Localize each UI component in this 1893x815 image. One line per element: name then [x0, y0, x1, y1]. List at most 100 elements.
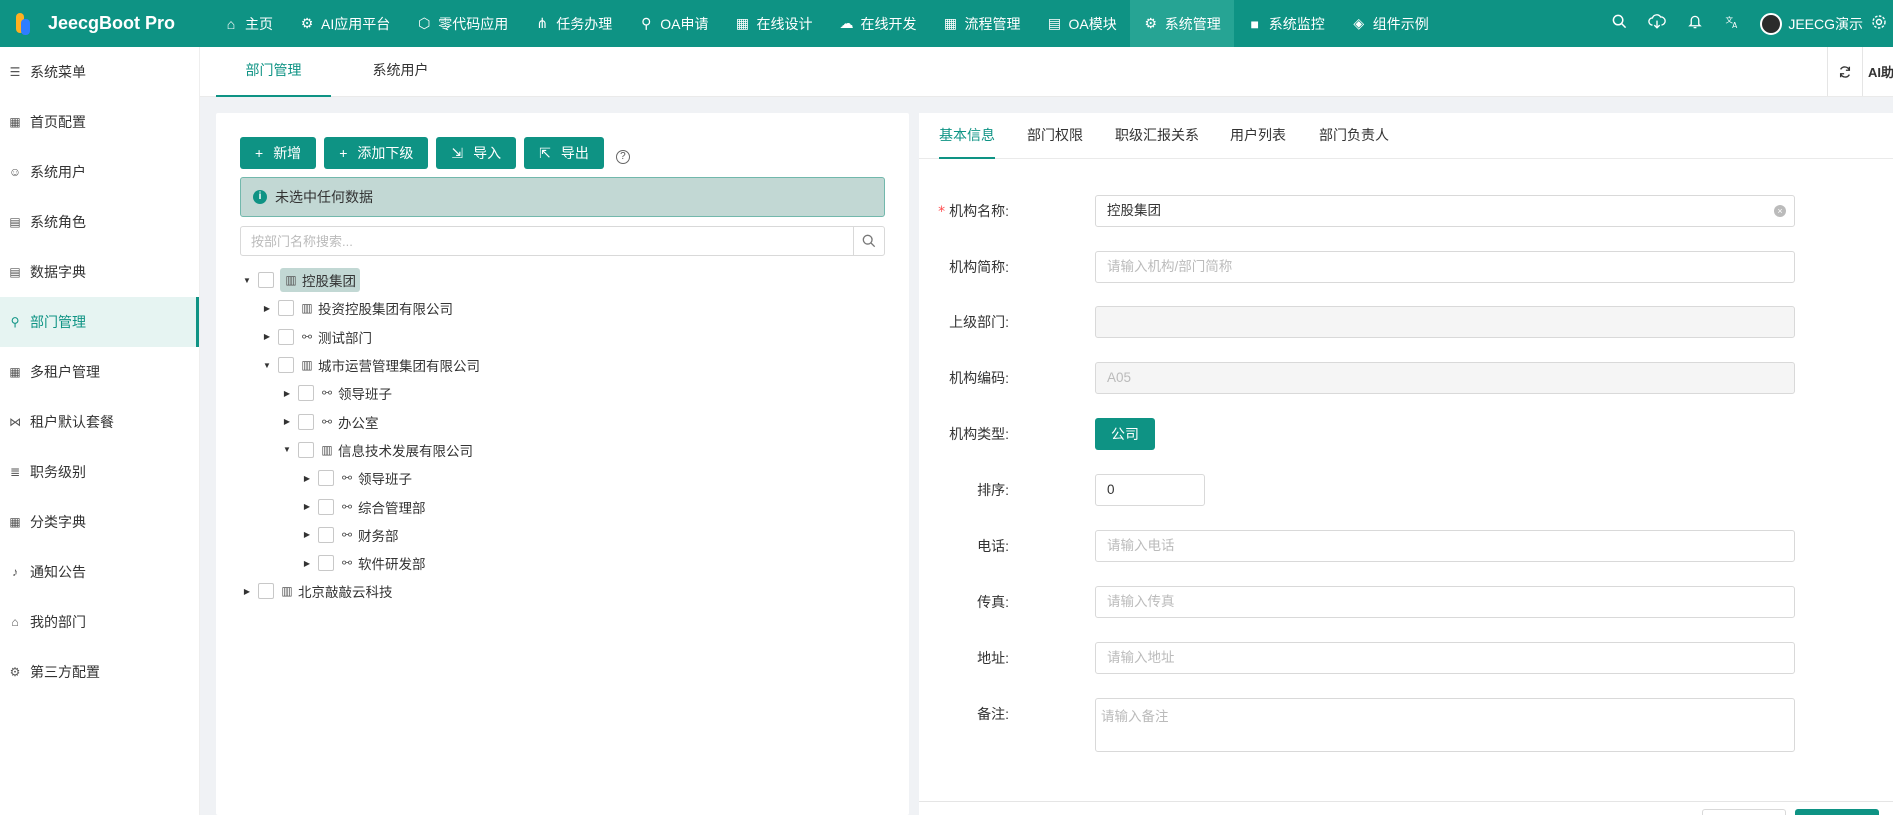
caret-down-icon[interactable]: ▼	[280, 445, 294, 454]
topnav-item-components[interactable]: ◈ 组件示例	[1338, 0, 1442, 47]
add-child-button[interactable]: + 添加下级	[324, 137, 429, 169]
tree-node[interactable]: ▶ ⚯ 综合管理部	[240, 492, 885, 520]
tree-node-checkbox[interactable]	[318, 470, 334, 487]
tree-node-checkbox[interactable]	[258, 583, 274, 600]
caret-right-icon[interactable]: ▶	[280, 389, 294, 398]
tab-basic-info[interactable]: 基本信息	[939, 113, 995, 159]
sidebar-item-home-config[interactable]: ▦ 首页配置	[0, 97, 199, 147]
tree-node-title[interactable]: ▥ 控股集团	[280, 268, 360, 293]
fax-field[interactable]: 请输入传真	[1095, 586, 1795, 618]
remark-textarea[interactable]: 请输入备注	[1095, 698, 1795, 752]
save-button[interactable]	[1795, 809, 1879, 815]
sidebar-item-tenant-package[interactable]: ⋈ 租户默认套餐	[0, 397, 199, 447]
tree-node-title[interactable]: ⚯ 领导班子	[320, 383, 392, 403]
caret-right-icon[interactable]: ▶	[300, 559, 314, 568]
org-type-company-button[interactable]: 公司	[1095, 418, 1155, 450]
sidebar-item-my-department[interactable]: ⌂ 我的部门	[0, 597, 199, 647]
caret-right-icon[interactable]: ▶	[260, 304, 274, 313]
tree-node-checkbox[interactable]	[298, 413, 314, 430]
tree-node-title[interactable]: ▥ 北京敲敲云科技	[280, 581, 392, 601]
sidebar-item-departments[interactable]: ⚲ 部门管理	[0, 297, 199, 347]
caret-right-icon[interactable]: ▶	[300, 502, 314, 511]
topnav-item-system[interactable]: ⚙ 系统管理	[1129, 0, 1234, 47]
topnav-item-online-dev[interactable]: ☁ 在线开发	[825, 0, 929, 47]
tab-department-management[interactable]: 部门管理	[216, 47, 331, 97]
department-search-input[interactable]	[241, 227, 853, 255]
topnav-item-oa-apply[interactable]: ⚲ OA申请	[625, 0, 721, 47]
caret-down-icon[interactable]: ▼	[260, 361, 274, 370]
add-button[interactable]: + 新增	[240, 137, 317, 169]
tree-node[interactable]: ▶ ⚯ 财务部	[240, 521, 885, 549]
caret-right-icon[interactable]: ▶	[300, 474, 314, 483]
topnav-item-tasks[interactable]: ⋔ 任务办理	[521, 0, 625, 47]
export-button[interactable]: ⇱ 导出	[524, 137, 604, 169]
tree-node-checkbox[interactable]	[278, 300, 294, 317]
tree-node-title[interactable]: ⚯ 软件研发部	[340, 553, 426, 573]
tree-node-checkbox[interactable]	[318, 526, 334, 543]
bell-icon[interactable]	[1676, 14, 1714, 33]
tab-user-list[interactable]: 用户列表	[1230, 113, 1286, 159]
tree-node[interactable]: ▶ ▥ 北京敲敲云科技	[240, 577, 885, 605]
tab-reporting-relations[interactable]: 职级汇报关系	[1115, 113, 1199, 159]
tree-node-title[interactable]: ▥ 城市运营管理集团有限公司	[300, 355, 480, 375]
help-icon[interactable]: ?	[615, 150, 630, 164]
brand-logo[interactable]: JeecgBoot Pro	[0, 0, 210, 47]
reset-button[interactable]	[1702, 809, 1786, 815]
sidebar-item-dictionary[interactable]: ▤ 数据字典	[0, 247, 199, 297]
tree-node-checkbox[interactable]	[258, 272, 274, 289]
tree-node-title[interactable]: ⚯ 财务部	[340, 525, 399, 545]
caret-right-icon[interactable]: ▶	[300, 530, 314, 539]
sidebar-item-users[interactable]: ☺ 系统用户	[0, 147, 199, 197]
caret-right-icon[interactable]: ▶	[280, 417, 294, 426]
tree-node-checkbox[interactable]	[318, 555, 334, 572]
refresh-icon[interactable]	[1827, 47, 1863, 96]
tree-node-checkbox[interactable]	[278, 328, 294, 345]
sidebar-item-positions[interactable]: ≣ 职务级别	[0, 447, 199, 497]
tree-node-checkbox[interactable]	[278, 357, 294, 374]
tree-node[interactable]: ▶ ⚯ 软件研发部	[240, 549, 885, 577]
tree-node-title[interactable]: ▥ 投资控股集团有限公司	[300, 298, 453, 318]
tree-node[interactable]: ▶ ⚯ 测试部门	[240, 323, 885, 351]
short-name-field[interactable]: 请输入机构/部门简称	[1095, 251, 1795, 283]
topnav-item-monitor[interactable]: ■ 系统监控	[1234, 0, 1338, 47]
sidebar-item-tenants[interactable]: ▦ 多租户管理	[0, 347, 199, 397]
tree-node-title[interactable]: ⚯ 测试部门	[300, 327, 372, 347]
tree-node-checkbox[interactable]	[318, 498, 334, 515]
tree-node-checkbox[interactable]	[298, 385, 314, 402]
caret-down-icon[interactable]: ▼	[240, 276, 254, 285]
name-field[interactable]: 控股集团 ×	[1095, 195, 1795, 227]
cloud-download-icon[interactable]	[1638, 14, 1676, 33]
phone-field[interactable]: 请输入电话	[1095, 530, 1795, 562]
order-input[interactable]: 0	[1095, 474, 1205, 506]
sidebar-item-third-party[interactable]: ⚙ 第三方配置	[0, 647, 199, 697]
import-button[interactable]: ⇲ 导入	[436, 137, 517, 169]
sidebar-item-notices[interactable]: ♪ 通知公告	[0, 547, 199, 597]
tree-node-title[interactable]: ⚯ 领导班子	[340, 468, 412, 488]
address-field[interactable]: 请输入地址	[1095, 642, 1795, 674]
topnav-item-oa-module[interactable]: ▤ OA模块	[1033, 0, 1129, 47]
tree-node[interactable]: ▼ ▥ 信息技术发展有限公司	[240, 436, 885, 464]
tree-node[interactable]: ▶ ⚯ 领导班子	[240, 379, 885, 407]
ai-assistant-button[interactable]: AI助	[1863, 47, 1893, 96]
tree-node-checkbox[interactable]	[298, 441, 314, 458]
search-icon[interactable]	[853, 227, 884, 255]
caret-right-icon[interactable]: ▶	[260, 332, 274, 341]
settings-gear-icon[interactable]	[1871, 14, 1893, 34]
tree-node[interactable]: ▼ ▥ 控股集团	[240, 266, 885, 294]
sidebar-item-menu[interactable]: ☰ 系统菜单	[0, 47, 199, 97]
search-icon[interactable]	[1600, 14, 1638, 33]
topnav-item-flow[interactable]: ▦ 流程管理	[929, 0, 1033, 47]
topnav-item-home[interactable]: ⌂ 主页	[210, 0, 286, 47]
tree-node[interactable]: ▶ ▥ 投资控股集团有限公司	[240, 294, 885, 322]
topnav-item-online-design[interactable]: ▦ 在线设计	[721, 0, 825, 47]
tab-department-permissions[interactable]: 部门权限	[1027, 113, 1083, 159]
caret-right-icon[interactable]: ▶	[240, 587, 254, 596]
tree-node[interactable]: ▶ ⚯ 领导班子	[240, 464, 885, 492]
sidebar-item-category-dict[interactable]: ▦ 分类字典	[0, 497, 199, 547]
topnav-item-lowcode[interactable]: ⬡ 零代码应用	[403, 0, 521, 47]
topnav-item-ai-platform[interactable]: ⚙ AI应用平台	[286, 0, 403, 47]
user-menu[interactable]: JEECG演示	[1760, 12, 1863, 35]
translate-icon[interactable]: 文A	[1714, 14, 1752, 33]
sidebar-item-roles[interactable]: ▤ 系统角色	[0, 197, 199, 247]
tree-node-title[interactable]: ⚯ 办公室	[320, 412, 379, 432]
